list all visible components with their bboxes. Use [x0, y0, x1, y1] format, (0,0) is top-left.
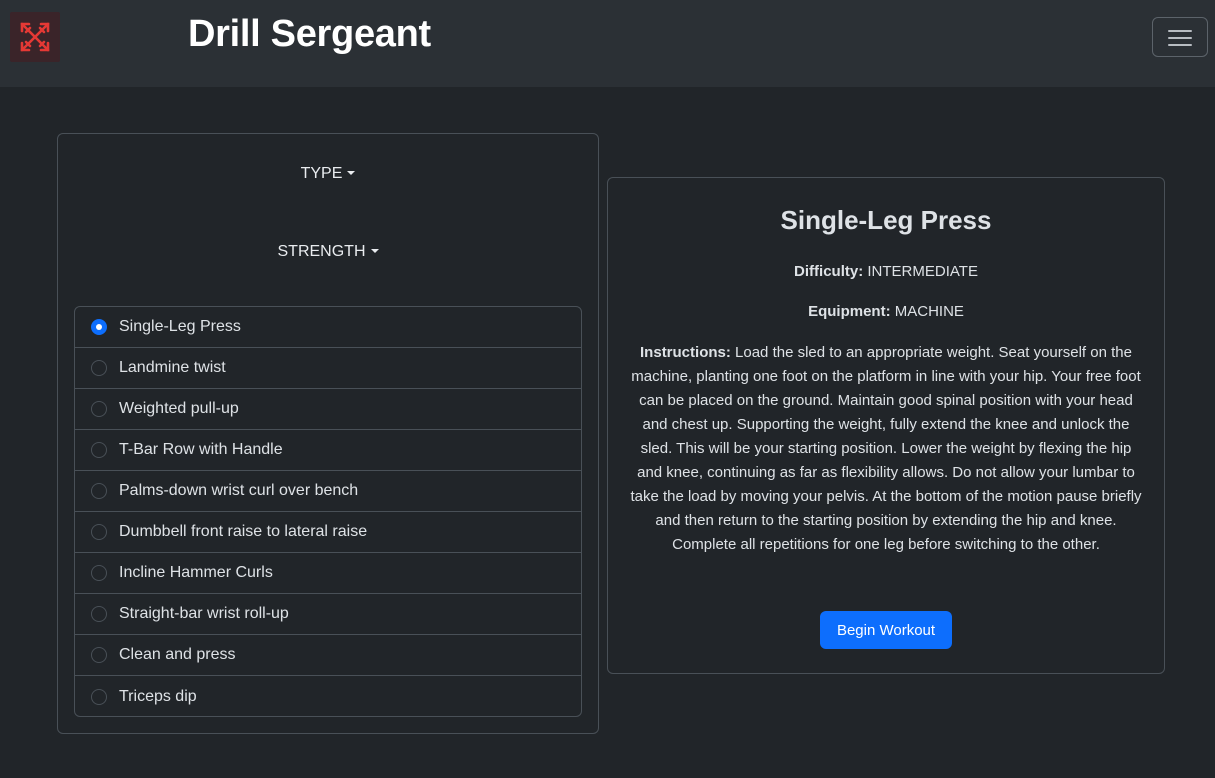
- begin-workout-button[interactable]: Begin Workout: [820, 611, 952, 649]
- list-item-label: Triceps dip: [119, 687, 197, 705]
- radio-button[interactable]: [91, 442, 107, 458]
- list-item-label: T-Bar Row with Handle: [119, 441, 283, 458]
- equipment-label: Equipment:: [808, 303, 891, 320]
- radio-button[interactable]: [91, 565, 107, 581]
- list-item[interactable]: Palms-down wrist curl over bench: [75, 471, 581, 512]
- difficulty-row: Difficulty: INTERMEDIATE: [608, 263, 1164, 280]
- list-item[interactable]: Weighted pull-up: [75, 389, 581, 430]
- list-item[interactable]: Triceps dip: [75, 676, 581, 716]
- list-item[interactable]: Single-Leg Press: [75, 307, 581, 348]
- list-item-label: Palms-down wrist curl over bench: [119, 482, 359, 499]
- instructions-body: Load the sled to an appropriate weight. …: [630, 344, 1142, 553]
- list-item-label: Weighted pull-up: [119, 400, 239, 417]
- equipment-row: Equipment: MACHINE: [608, 303, 1164, 320]
- hamburger-icon: [1168, 30, 1192, 32]
- type-dropdown[interactable]: TYPE: [58, 165, 598, 183]
- radio-button[interactable]: [91, 483, 107, 499]
- radio-button[interactable]: [91, 647, 107, 663]
- menu-toggle-button[interactable]: [1152, 17, 1208, 57]
- exercise-title: Single-Leg Press: [780, 205, 992, 235]
- equipment-value: MACHINE: [894, 303, 964, 320]
- list-item[interactable]: T-Bar Row with Handle: [75, 430, 581, 471]
- caret-down-icon: [347, 171, 356, 175]
- list-item[interactable]: Incline Hammer Curls: [75, 553, 581, 594]
- list-item-label: Straight-bar wrist roll-up: [119, 605, 289, 622]
- radio-button[interactable]: [91, 360, 107, 376]
- radio-button[interactable]: [91, 688, 107, 705]
- radio-button[interactable]: [91, 524, 107, 540]
- radio-button[interactable]: [91, 606, 107, 622]
- difficulty-value: INTERMEDIATE: [867, 263, 978, 280]
- exercise-selector-card: TYPE STRENGTH Single-Leg Press Landmine …: [57, 133, 599, 734]
- exercise-detail-card: Single-Leg Press Difficulty: INTERMEDIAT…: [607, 177, 1165, 674]
- list-item-label: Incline Hammer Curls: [119, 564, 273, 581]
- caret-down-icon: [370, 249, 379, 253]
- list-item[interactable]: Dumbbell front raise to lateral raise: [75, 512, 581, 553]
- list-item[interactable]: Clean and press: [75, 635, 581, 676]
- app-title[interactable]: Drill Sergeant: [188, 13, 431, 56]
- exercise-list: Single-Leg Press Landmine twist Weighted…: [74, 306, 582, 717]
- category-dropdown-label: STRENGTH: [277, 243, 366, 260]
- crossed-arrows-icon[interactable]: [10, 12, 60, 62]
- list-item-label: Dumbbell front raise to lateral raise: [119, 523, 368, 540]
- difficulty-label: Difficulty:: [794, 263, 864, 280]
- hamburger-icon-bar: [1168, 44, 1192, 46]
- list-item-label: Clean and press: [119, 646, 236, 663]
- list-item[interactable]: Straight-bar wrist roll-up: [75, 594, 581, 635]
- radio-button[interactable]: [91, 319, 107, 335]
- instructions-text: Instructions: Load the sled to an approp…: [630, 341, 1142, 557]
- instructions-label: Instructions:: [640, 344, 731, 361]
- type-dropdown-label: TYPE: [300, 165, 343, 182]
- list-item-label: Landmine twist: [119, 359, 226, 376]
- category-dropdown[interactable]: STRENGTH: [58, 243, 598, 261]
- radio-button[interactable]: [91, 401, 107, 417]
- list-item[interactable]: Landmine twist: [75, 348, 581, 389]
- hamburger-icon-bar: [1168, 37, 1192, 39]
- navbar: Drill Sergeant: [0, 0, 1215, 87]
- list-item-label: Single-Leg Press: [119, 318, 241, 335]
